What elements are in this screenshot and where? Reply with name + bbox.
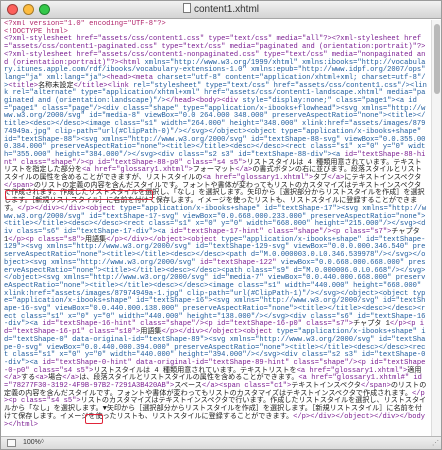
- document-icon: [182, 3, 191, 13]
- zoom-level[interactable]: 100%: [23, 439, 41, 446]
- code-editor[interactable]: <?xml version="1.0" encoding="UTF-8"?> <…: [1, 20, 431, 436]
- code-token-attr: viewBox="0.0.668.000.668.000" preserveAs…: [4, 258, 426, 329]
- scrollbar-thumb[interactable]: [434, 24, 440, 94]
- vertical-scrollbar[interactable]: [431, 20, 441, 436]
- highlight-box-top: [5, 190, 153, 200]
- editor-window: content1.xhtml <?xml version="1.0" encod…: [0, 0, 442, 450]
- source-code-text[interactable]: <?xml version="1.0" encoding="UTF-8"?> <…: [4, 20, 428, 429]
- highlight-box-bottom: [85, 414, 103, 424]
- window-title-text: content1.xhtml: [193, 4, 260, 15]
- code-token-attr: style="display:none;" class="page1"><a i…: [4, 97, 426, 159]
- zoom-stepper-icon[interactable]: ◊: [41, 439, 44, 445]
- document-status-icon: [7, 439, 16, 447]
- title-bar[interactable]: content1.xhtml: [1, 1, 441, 19]
- window-title: content1.xhtml: [1, 3, 441, 15]
- resize-grip-icon[interactable]: ⋰: [432, 439, 439, 447]
- status-bar: 100% ◊ ⋰: [1, 436, 441, 449]
